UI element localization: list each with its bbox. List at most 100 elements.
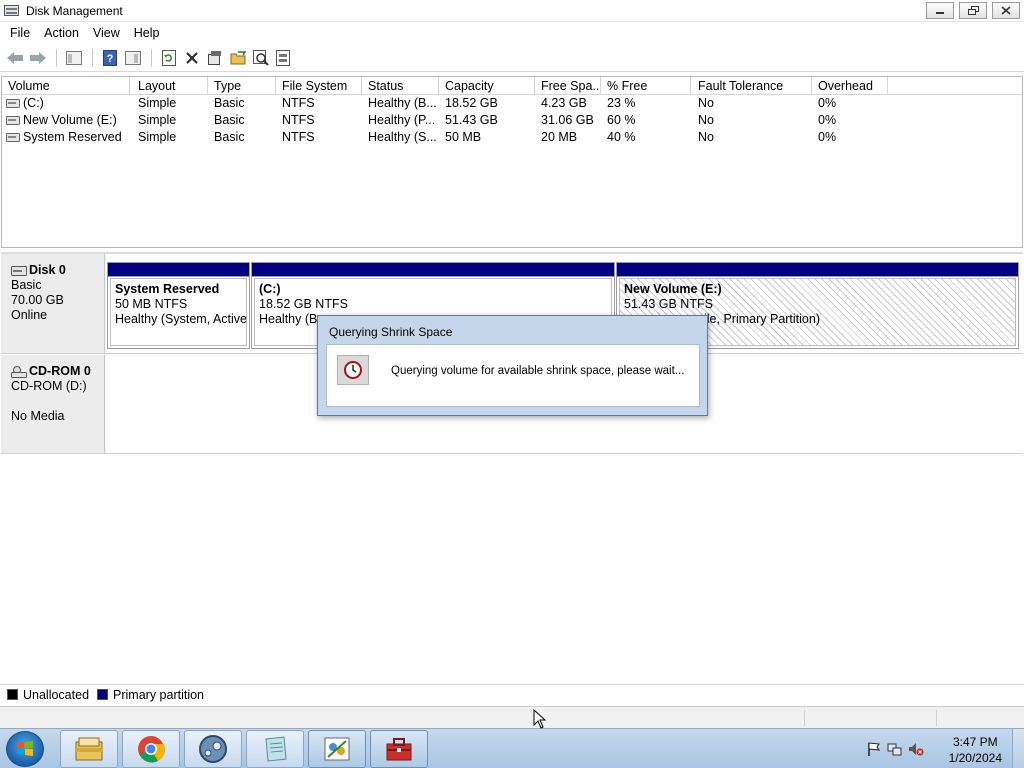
help-button[interactable]: ? [99,47,121,69]
legend: Unallocated Primary partition [0,684,1024,704]
toolbar-separator [56,48,57,67]
menu-action[interactable]: Action [37,26,86,40]
cell-file-system: NTFS [282,96,315,110]
minimize-icon [936,11,944,14]
column-header-type[interactable]: Type [208,77,276,95]
magnifier-icon [253,49,269,66]
show-desktop-button[interactable] [1012,729,1024,768]
properties-button[interactable] [122,47,144,69]
console-tree-button[interactable] [63,47,85,69]
partition-body: System Reserved 50 MB NTFS Healthy (Syst… [110,278,247,346]
clock[interactable]: 3:47 PM 1/20/2024 [949,734,1002,766]
disk-0-label[interactable]: Disk 0 Basic 70.00 GB Online [1,254,105,353]
column-header-free-space[interactable]: Free Spa... [535,77,601,95]
cell-status: Healthy (S... [368,130,437,144]
legend-label-unallocated: Unallocated [23,687,90,702]
cell-type: Basic [214,96,245,110]
toolbar: ? [0,44,1024,72]
cell-layout: Simple [138,113,177,127]
cdrom-0-type: CD-ROM (D:) [11,379,87,393]
legend-unallocated: Unallocated [7,688,89,702]
column-header-percent-free[interactable]: % Free [601,77,691,95]
taskbar-chrome[interactable] [122,730,180,768]
dialog-icon-frame [337,355,369,385]
title-bar: Disk Management [0,0,1024,22]
toolbar-separator [92,48,93,67]
status-bar [0,706,1024,728]
cell-file-system: NTFS [282,130,315,144]
search-button[interactable] [250,47,272,69]
disk-0-size: 70.00 GB [11,293,64,307]
system-tray: 3:47 PM 1/20/2024 [854,729,1024,768]
start-button[interactable] [6,731,44,767]
open-folder-button[interactable] [227,47,249,69]
dialog-title: Querying Shrink Space [329,325,453,339]
refresh-button[interactable] [158,47,180,69]
volume-muted-icon[interactable] [908,741,924,757]
column-header-fault-tolerance[interactable]: Fault Tolerance [692,77,812,95]
cell-type: Basic [214,113,245,127]
taskbar-steam[interactable] [184,730,242,768]
restore-button[interactable] [959,2,987,19]
querying-shrink-dialog[interactable]: Querying Shrink Space Querying volume fo… [317,315,708,416]
table-row[interactable]: (C:) Simple Basic NTFS Healthy (B... 18.… [2,95,1022,112]
cell-status: Healthy (P... [368,113,436,127]
cell-volume: New Volume (E:) [23,113,117,127]
cell-status: Healthy (B... [368,96,437,110]
column-header-volume[interactable]: Volume [2,77,130,95]
column-header-overhead[interactable]: Overhead [812,77,888,95]
disk-0-name-line: Disk 0 [11,263,104,278]
disk-properties-button[interactable] [273,47,295,69]
cell-overhead: 0% [818,96,837,110]
partition-size: 51.43 GB NTFS [624,297,713,311]
flag-icon[interactable] [866,741,882,757]
minimize-button[interactable] [926,2,954,19]
table-row[interactable]: New Volume (E:) Simple Basic NTFS Health… [2,112,1022,129]
cell-free-space: 31.06 GB [541,113,594,127]
menu-file[interactable]: File [3,26,37,40]
windows-logo-icon [17,741,33,756]
table-row[interactable]: System Reserved Simple Basic NTFS Health… [2,129,1022,146]
folder-open-icon [230,50,246,64]
column-header-layout[interactable]: Layout [132,77,208,95]
primary-partition-bar [108,263,249,277]
taskbar-computer-management[interactable] [370,730,428,768]
clock-icon [344,361,362,379]
partition-system-reserved[interactable]: System Reserved 50 MB NTFS Healthy (Syst… [107,262,250,349]
cell-capacity: 51.43 GB [445,113,498,127]
column-header-status[interactable]: Status [362,77,439,95]
taskbar-notepad[interactable] [246,730,304,768]
delete-button[interactable] [181,47,203,69]
close-button[interactable] [992,2,1020,19]
cell-volume: (C:) [23,96,44,110]
cell-percent-free: 23 % [607,96,636,110]
network-icon[interactable] [887,741,903,757]
cell-layout: Simple [138,130,177,144]
forward-arrow-icon [30,51,46,64]
file-explorer-icon [75,737,103,761]
taskbar-paint[interactable] [308,730,366,768]
taskbar-explorer[interactable] [60,730,118,768]
cell-overhead: 0% [818,113,837,127]
forward-button[interactable] [27,47,49,69]
delete-icon [186,51,198,64]
cdrom-0-label[interactable]: CD-ROM 0 CD-ROM (D:) No Media [1,355,105,453]
column-header-file-system[interactable]: File System [276,77,362,95]
back-button[interactable] [4,47,26,69]
cell-volume: System Reserved [23,130,122,144]
paint-icon [324,737,350,761]
menu-view[interactable]: View [86,26,127,40]
restore-icon [967,6,979,15]
settings-button[interactable] [204,47,226,69]
status-segment [936,710,937,726]
column-header-capacity[interactable]: Capacity [439,77,535,95]
svg-text:?: ? [107,53,114,65]
legend-swatch-unallocated [7,689,18,700]
refresh-icon [162,49,176,66]
toolbar-separator [151,48,152,67]
disk-management-icon [4,5,19,16]
status-segment [804,710,805,726]
disk-icon [276,49,290,66]
menu-help[interactable]: Help [127,26,167,40]
